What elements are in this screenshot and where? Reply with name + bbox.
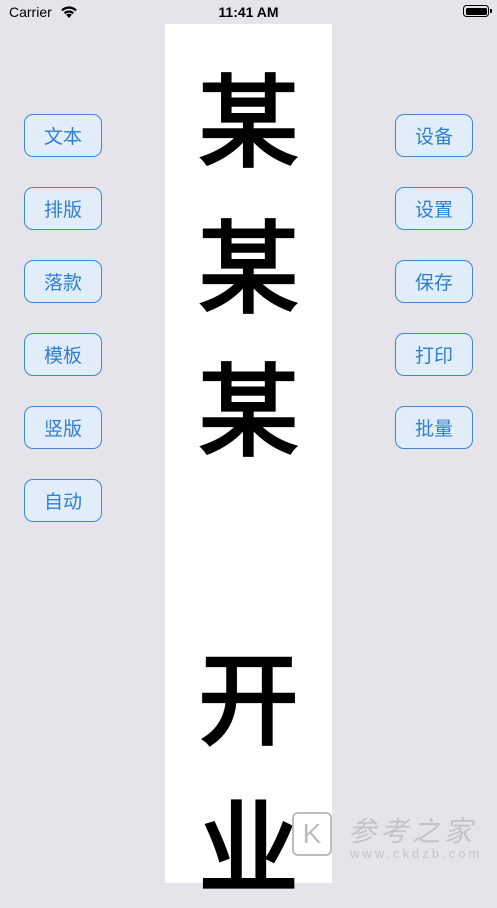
watermark: K 参考之家 www.ckdzb.com (292, 808, 497, 864)
watermark-logo-icon: K (292, 812, 332, 856)
auto-button[interactable]: 自动 (24, 479, 102, 522)
preview-character: 某 (198, 64, 299, 182)
text-button[interactable]: 文本 (24, 114, 102, 157)
battery-cap (490, 9, 492, 13)
print-button[interactable]: 打印 (395, 333, 473, 376)
layout-button[interactable]: 排版 (24, 187, 102, 230)
device-button[interactable]: 设备 (395, 114, 473, 157)
template-button[interactable]: 模板 (24, 333, 102, 376)
preview-character: 开 (198, 642, 299, 760)
watermark-title: 参考之家 (348, 815, 477, 848)
signature-button[interactable]: 落款 (24, 260, 102, 303)
preview-canvas[interactable]: 某 某 某 开 业 (165, 24, 332, 904)
preview-character: 某 (198, 210, 299, 328)
vertical-layout-button[interactable]: 竖版 (24, 406, 102, 449)
battery-icon (463, 5, 489, 17)
preview-character: 某 (198, 353, 299, 471)
watermark-url: www.ckdzb.com (350, 846, 483, 861)
status-time: 11:41 AM (218, 4, 279, 20)
save-button[interactable]: 保存 (395, 260, 473, 303)
settings-button[interactable]: 设置 (395, 187, 473, 230)
batch-button[interactable]: 批量 (395, 406, 473, 449)
status-bar: Carrier 11:41 AM (0, 0, 497, 26)
